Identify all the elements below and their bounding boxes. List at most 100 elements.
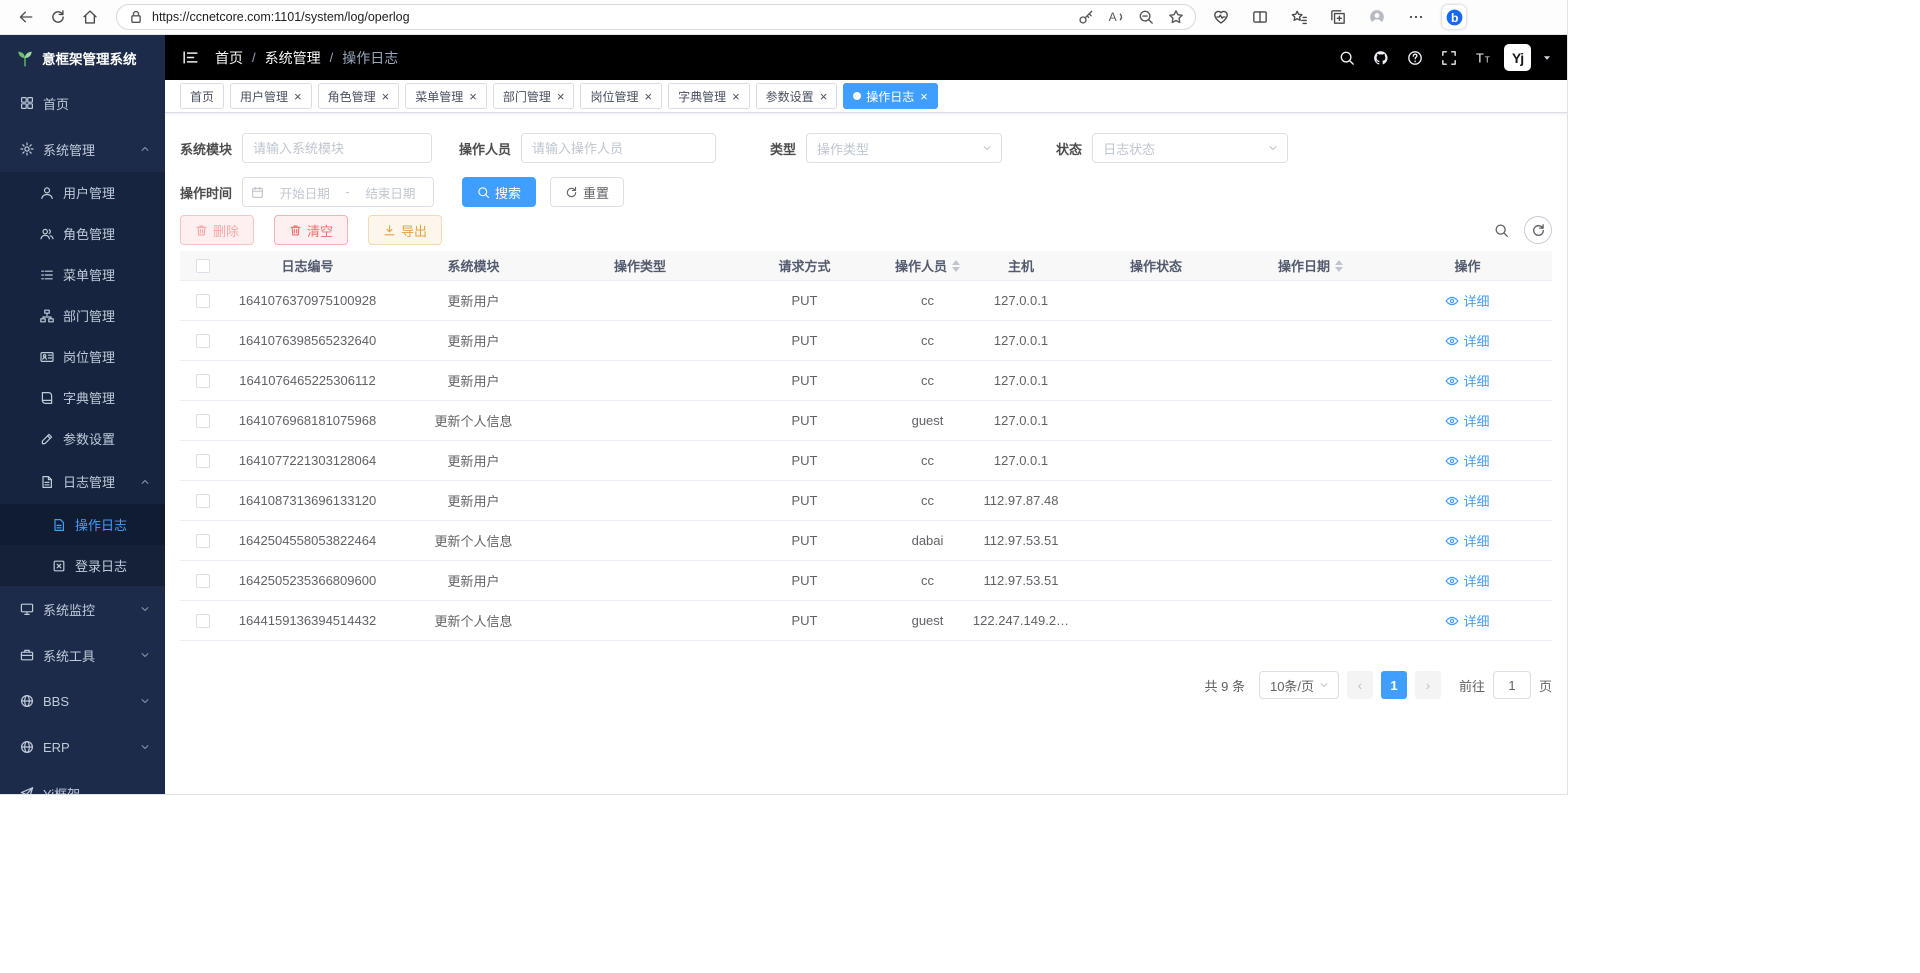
column-header-date[interactable]: 操作日期 xyxy=(1239,251,1382,280)
detail-link[interactable]: 详细 xyxy=(1445,331,1489,350)
sidebar-item-dept-mgmt[interactable]: 部门管理 xyxy=(0,295,165,336)
more-options-icon[interactable] xyxy=(1403,3,1429,31)
app-logo[interactable]: 意框架管理系统 xyxy=(0,35,165,80)
column-header-operator[interactable]: 操作人员 xyxy=(886,251,969,280)
tab-post-mgmt[interactable]: 岗位管理× xyxy=(580,83,662,109)
sidebar-item-menu-mgmt[interactable]: 菜单管理 xyxy=(0,254,165,295)
sidebar-item-dict-mgmt[interactable]: 字典管理 xyxy=(0,377,165,418)
tab-role-mgmt[interactable]: 角色管理× xyxy=(318,83,400,109)
detail-link[interactable]: 详细 xyxy=(1445,291,1489,310)
next-page-button[interactable]: › xyxy=(1415,671,1441,699)
tab-menu-mgmt[interactable]: 菜单管理× xyxy=(405,83,487,109)
status-select[interactable]: 日志状态 xyxy=(1092,133,1288,163)
tab-dict-mgmt[interactable]: 字典管理× xyxy=(668,83,750,109)
page-size-select[interactable]: 10条/页 xyxy=(1259,671,1339,699)
password-key-icon[interactable] xyxy=(1071,5,1101,29)
tab-dept-mgmt[interactable]: 部门管理× xyxy=(493,83,575,109)
read-aloud-icon[interactable]: A xyxy=(1101,5,1131,29)
sidebar-item-system-tools[interactable]: 系统工具 xyxy=(0,632,165,678)
detail-link[interactable]: 详细 xyxy=(1445,531,1489,550)
font-size-icon[interactable]: TT xyxy=(1470,45,1496,71)
search-icon[interactable] xyxy=(1334,45,1360,71)
current-page-button[interactable]: 1 xyxy=(1381,671,1407,699)
tab-home[interactable]: 首页 xyxy=(180,83,224,109)
breadcrumb-item[interactable]: 系统管理 xyxy=(265,48,321,68)
sidebar-collapse-icon[interactable] xyxy=(179,47,201,69)
home-button[interactable] xyxy=(74,3,106,31)
detail-link[interactable]: 详细 xyxy=(1445,571,1489,590)
url-text[interactable]: https://ccnetcore.com:1101/system/log/op… xyxy=(152,10,1071,24)
bing-copilot-icon[interactable]: b xyxy=(1442,5,1466,29)
sidebar-item-system-mgmt[interactable]: 系统管理 xyxy=(0,126,165,172)
close-icon[interactable]: × xyxy=(820,90,828,103)
date-range-picker[interactable]: 开始日期 - 结束日期 xyxy=(242,177,434,207)
user-avatar[interactable]: Yj xyxy=(1504,44,1531,71)
close-icon[interactable]: × xyxy=(644,90,652,103)
close-icon[interactable]: × xyxy=(920,90,928,103)
sidebar-item-home[interactable]: 首页 xyxy=(0,80,165,126)
row-checkbox[interactable] xyxy=(196,414,210,428)
tab-user-mgmt[interactable]: 用户管理× xyxy=(230,83,312,109)
sidebar-item-system-monitor[interactable]: 系统监控 xyxy=(0,586,165,632)
sidebar-item-user-mgmt[interactable]: 用户管理 xyxy=(0,172,165,213)
back-button[interactable] xyxy=(10,3,42,31)
sidebar-item-oper-log[interactable]: 操作日志 xyxy=(0,504,165,545)
refresh-table-icon[interactable] xyxy=(1524,216,1552,244)
export-button[interactable]: 导出 xyxy=(368,215,442,245)
sidebar-item-post-mgmt[interactable]: 岗位管理 xyxy=(0,336,165,377)
prev-page-button[interactable]: ‹ xyxy=(1347,671,1373,699)
user-menu-caret-icon[interactable] xyxy=(1541,52,1553,64)
row-checkbox[interactable] xyxy=(196,574,210,588)
address-bar[interactable]: https://ccnetcore.com:1101/system/log/op… xyxy=(116,4,1196,30)
collections-icon[interactable] xyxy=(1325,3,1351,31)
sort-carets-icon[interactable] xyxy=(1335,260,1343,272)
sort-carets-icon[interactable] xyxy=(952,260,960,272)
close-icon[interactable]: × xyxy=(557,90,565,103)
detail-link[interactable]: 详细 xyxy=(1445,411,1489,430)
select-all-checkbox[interactable] xyxy=(196,259,210,273)
split-screen-icon[interactable] xyxy=(1247,3,1273,31)
row-checkbox[interactable] xyxy=(196,454,210,468)
row-checkbox[interactable] xyxy=(196,614,210,628)
sidebar-item-role-mgmt[interactable]: 角色管理 xyxy=(0,213,165,254)
close-icon[interactable]: × xyxy=(732,90,740,103)
refresh-button[interactable] xyxy=(42,3,74,31)
help-icon[interactable] xyxy=(1402,45,1428,71)
row-checkbox[interactable] xyxy=(196,334,210,348)
clear-button[interactable]: 清空 xyxy=(274,215,348,245)
type-select[interactable]: 操作类型 xyxy=(806,133,1002,163)
detail-link[interactable]: 详细 xyxy=(1445,611,1489,630)
sidebar-item-yi-framework[interactable]: Yi框架 xyxy=(0,770,165,794)
detail-link[interactable]: 详细 xyxy=(1445,451,1489,470)
toggle-search-icon[interactable] xyxy=(1488,217,1514,243)
tab-param-settings[interactable]: 参数设置× xyxy=(756,83,838,109)
row-checkbox[interactable] xyxy=(196,534,210,548)
profile-avatar-icon[interactable] xyxy=(1364,3,1390,31)
sidebar-item-erp[interactable]: ERP xyxy=(0,724,165,770)
start-date-placeholder[interactable]: 开始日期 xyxy=(270,183,339,202)
detail-link[interactable]: 详细 xyxy=(1445,491,1489,510)
favorite-star-icon[interactable] xyxy=(1161,5,1191,29)
row-checkbox[interactable] xyxy=(196,374,210,388)
search-button[interactable]: 搜索 xyxy=(462,177,536,207)
end-date-placeholder[interactable]: 结束日期 xyxy=(356,183,425,202)
goto-page-input[interactable] xyxy=(1493,671,1531,699)
browser-essentials-icon[interactable] xyxy=(1208,3,1234,31)
tab-oper-log[interactable]: 操作日志× xyxy=(843,83,938,109)
delete-button[interactable]: 删除 xyxy=(180,215,254,245)
close-icon[interactable]: × xyxy=(382,90,390,103)
close-icon[interactable]: × xyxy=(469,90,477,103)
module-input[interactable] xyxy=(242,133,432,163)
favorites-bar-icon[interactable] xyxy=(1286,3,1312,31)
sidebar-item-bbs[interactable]: BBS xyxy=(0,678,165,724)
row-checkbox[interactable] xyxy=(196,294,210,308)
close-icon[interactable]: × xyxy=(294,90,302,103)
fullscreen-icon[interactable] xyxy=(1436,45,1462,71)
zoom-out-icon[interactable] xyxy=(1131,5,1161,29)
detail-link[interactable]: 详细 xyxy=(1445,371,1489,390)
reset-button[interactable]: 重置 xyxy=(550,177,624,207)
sidebar-item-param-settings[interactable]: 参数设置 xyxy=(0,418,165,459)
github-icon[interactable] xyxy=(1368,45,1394,71)
row-checkbox[interactable] xyxy=(196,494,210,508)
sidebar-item-log-mgmt[interactable]: 日志管理 xyxy=(0,459,165,504)
